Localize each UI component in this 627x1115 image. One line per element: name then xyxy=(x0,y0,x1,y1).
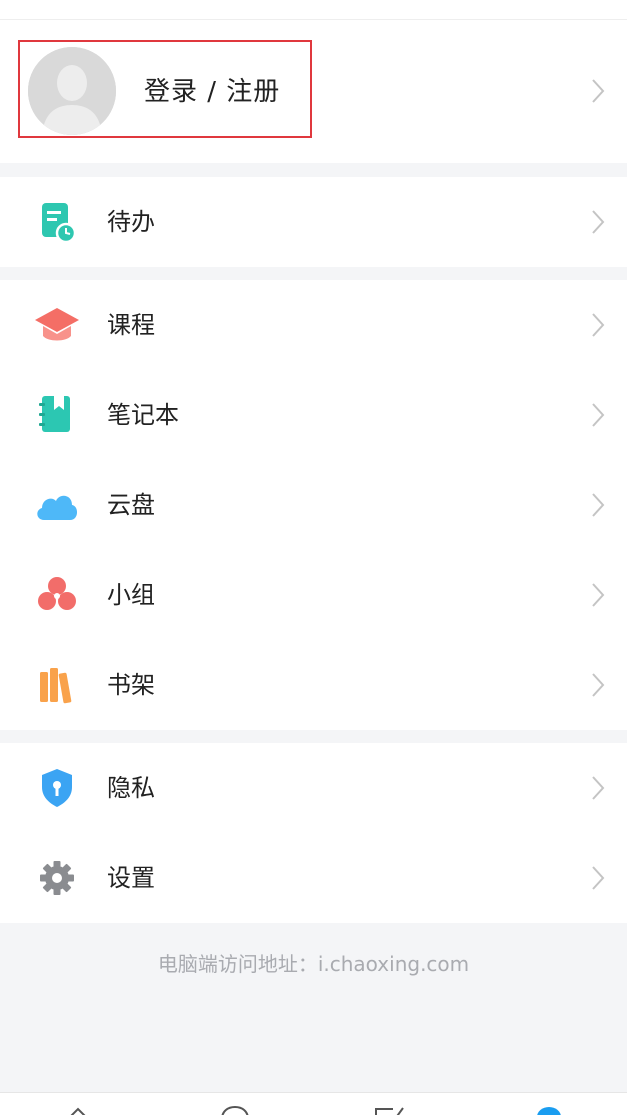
home-tab-icon[interactable] xyxy=(62,1105,94,1115)
menu-item-label: 云盘 xyxy=(107,491,155,519)
menu-item-todo[interactable]: 待办 xyxy=(0,177,627,267)
settings-section: 隐私 设置 xyxy=(0,743,627,923)
menu-item-label: 书架 xyxy=(107,671,155,699)
chevron-right-icon xyxy=(592,776,605,800)
notes-tab-icon[interactable] xyxy=(373,1105,405,1115)
menu-item-bookshelf[interactable]: 书架 xyxy=(0,640,627,730)
menu-item-label: 小组 xyxy=(107,581,155,609)
todo-section: 待办 xyxy=(0,177,627,267)
message-tab-icon[interactable] xyxy=(219,1105,251,1115)
top-strip xyxy=(0,0,627,20)
menu-item-label: 笔记本 xyxy=(107,401,179,429)
menu-item-group[interactable]: 小组 xyxy=(0,550,627,640)
chevron-right-icon xyxy=(592,79,605,103)
notebook-icon xyxy=(39,396,70,432)
menu-item-privacy[interactable]: 隐私 xyxy=(0,743,627,833)
pc-access-address: 电脑端访问地址：i.chaoxing.com xyxy=(157,952,470,976)
chevron-right-icon xyxy=(592,673,605,697)
login-register-label[interactable]: 登录 / 注册 xyxy=(144,72,280,112)
chevron-right-icon xyxy=(592,583,605,607)
menu-item-label: 课程 xyxy=(107,311,155,339)
chevron-right-icon xyxy=(592,313,605,337)
menu-item-cloud[interactable]: 云盘 xyxy=(0,460,627,550)
avatar[interactable] xyxy=(28,47,116,135)
bookshelf-icon xyxy=(40,668,72,704)
privacy-shield-icon xyxy=(42,769,72,807)
bottom-tab-bar xyxy=(0,1092,627,1115)
menu-item-label: 设置 xyxy=(107,864,155,892)
menu-item-notebook[interactable]: 笔记本 xyxy=(0,370,627,460)
course-cap-icon xyxy=(35,308,79,341)
todo-icon xyxy=(42,203,77,243)
gear-icon xyxy=(40,861,74,895)
cloud-icon xyxy=(37,495,78,520)
menu-item-course[interactable]: 课程 xyxy=(0,280,627,370)
default-avatar-icon xyxy=(28,47,116,135)
chevron-right-icon xyxy=(592,866,605,890)
menu-item-settings[interactable]: 设置 xyxy=(0,833,627,923)
chevron-right-icon xyxy=(592,403,605,427)
main-menu-section: 课程 笔记本 云盘 小组 书架 xyxy=(0,280,627,730)
me-tab-icon[interactable] xyxy=(533,1105,565,1115)
menu-item-label: 待办 xyxy=(107,208,155,236)
profile-section[interactable]: 登录 / 注册 xyxy=(0,20,627,163)
chevron-right-icon xyxy=(592,493,605,517)
chevron-right-icon xyxy=(592,210,605,234)
menu-item-label: 隐私 xyxy=(107,774,155,802)
group-icon xyxy=(38,577,76,610)
me-page: 登录 / 注册 待办 课程 笔记本 云盘 小组 书架 隐私 设置 电脑端访问地址… xyxy=(0,0,627,1115)
